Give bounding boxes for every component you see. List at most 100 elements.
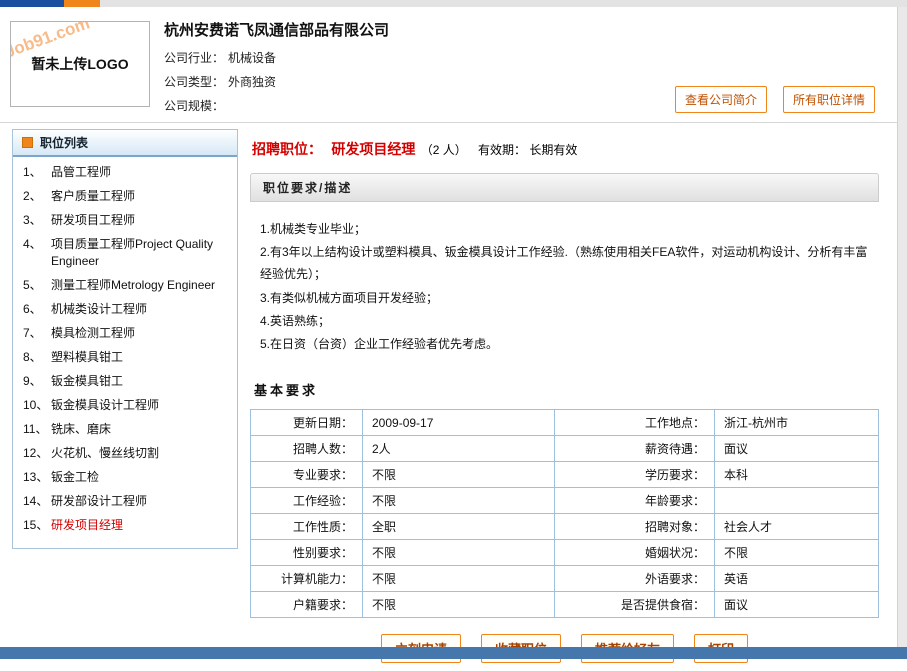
requirements-section-title: 基本要求 — [254, 380, 879, 399]
requirement-value: 社会人才 — [715, 514, 879, 540]
job-list-item[interactable]: 10、钣金模具设计工程师 — [13, 390, 237, 414]
logo-placeholder-text: 暂未上传LOGO — [31, 54, 128, 74]
requirement-value: 浙江-杭州市 — [715, 410, 879, 436]
description-line: 4.英语熟练； — [260, 310, 875, 332]
requirements-row: 专业要求：不限学历要求：本科 — [251, 462, 879, 488]
requirement-label: 专业要求： — [251, 462, 363, 488]
description-line: 5.在日资（台资）企业工作经验者优先考虑。 — [260, 333, 875, 355]
job-item-label: 钣金模具设计工程师 — [51, 397, 231, 414]
description-section-title: 职位要求/描述 — [263, 181, 352, 195]
job-item-label: 钣金模具钳工 — [51, 373, 231, 390]
job-item-number: 2、 — [23, 188, 51, 205]
job-detail-panel: 招聘职位： 研发项目经理 （2 人） 有效期： 长期有效 职位要求/描述 1.机… — [250, 129, 879, 671]
requirement-label: 年龄要求： — [555, 488, 715, 514]
job-item-number: 8、 — [23, 349, 51, 366]
requirement-label: 性别要求： — [251, 540, 363, 566]
top-strip-gray-segment — [100, 0, 907, 7]
job-item-label: 测量工程师Metrology Engineer — [51, 277, 231, 294]
requirement-value: 英语 — [715, 566, 879, 592]
job-list-item[interactable]: 1、品管工程师 — [13, 157, 237, 181]
requirements-row: 招聘人数：2人薪资待遇：面议 — [251, 436, 879, 462]
requirement-value: 面议 — [715, 592, 879, 618]
job-list-item[interactable]: 9、钣金模具钳工 — [13, 366, 237, 390]
requirement-label: 计算机能力： — [251, 566, 363, 592]
requirements-row: 更新日期：2009-09-17工作地点：浙江-杭州市 — [251, 410, 879, 436]
requirement-label: 工作性质： — [251, 514, 363, 540]
job-list-item[interactable]: 6、机械类设计工程师 — [13, 294, 237, 318]
job-item-label: 研发项目工程师 — [51, 212, 231, 229]
requirement-value: 不限 — [363, 540, 555, 566]
company-field-label: 公司行业： — [164, 51, 224, 65]
job-item-label: 塑料模具钳工 — [51, 349, 231, 366]
view-company-profile-button[interactable]: 查看公司简介 — [675, 86, 767, 113]
job-list-item[interactable]: 7、模具检测工程师 — [13, 318, 237, 342]
job-list-item[interactable]: 5、测量工程师Metrology Engineer — [13, 270, 237, 294]
requirement-value: 面议 — [715, 436, 879, 462]
job-item-label: 品管工程师 — [51, 164, 231, 181]
list-icon — [22, 137, 33, 148]
requirement-value: 不限 — [363, 462, 555, 488]
job-item-number: 14、 — [23, 493, 51, 510]
requirements-row: 工作性质：全职招聘对象：社会人才 — [251, 514, 879, 540]
job-list-item[interactable]: 15、研发项目经理 — [13, 510, 237, 534]
requirement-value: 2人 — [363, 436, 555, 462]
requirement-value — [715, 488, 879, 514]
requirement-label: 是否提供食宿： — [555, 592, 715, 618]
main-area: 职位列表 1、品管工程师2、客户质量工程师3、研发项目工程师4、项目质量工程师P… — [0, 123, 907, 671]
job-item-number: 13、 — [23, 469, 51, 486]
requirement-value: 本科 — [715, 462, 879, 488]
description-line: 3.有类似机械方面项目开发经验； — [260, 287, 875, 309]
job-list-item[interactable]: 14、研发部设计工程师 — [13, 486, 237, 510]
description-line: 2.有3年以上结构设计或塑料模具、钣金模具设计工作经验.（熟练使用相关FEA软件… — [260, 241, 875, 285]
requirements-row: 户籍要求：不限是否提供食宿：面议 — [251, 592, 879, 618]
job-item-label: 钣金工检 — [51, 469, 231, 486]
requirement-label: 招聘对象： — [555, 514, 715, 540]
job-title: 研发项目经理 — [331, 141, 415, 157]
requirement-label: 户籍要求： — [251, 592, 363, 618]
company-name: 杭州安费诺飞凤通信部品有限公司 — [164, 19, 895, 40]
job-title-row: 招聘职位： 研发项目经理 （2 人） 有效期： 长期有效 — [250, 129, 879, 165]
top-strip-blue-segment — [0, 0, 64, 7]
all-jobs-detail-button[interactable]: 所有职位详情 — [783, 86, 875, 113]
requirement-value: 全职 — [363, 514, 555, 540]
job-list-sidebar: 职位列表 1、品管工程师2、客户质量工程师3、研发项目工程师4、项目质量工程师P… — [12, 129, 238, 549]
job-list-item[interactable]: 8、塑料模具钳工 — [13, 342, 237, 366]
job-item-label: 研发项目经理 — [51, 517, 231, 534]
job-list-item[interactable]: 13、钣金工检 — [13, 462, 237, 486]
job-list-item[interactable]: 3、研发项目工程师 — [13, 205, 237, 229]
requirement-value: 不限 — [363, 566, 555, 592]
job-item-number: 7、 — [23, 325, 51, 342]
job-list-item[interactable]: 2、客户质量工程师 — [13, 181, 237, 205]
job-item-label: 铣床、磨床 — [51, 421, 231, 438]
requirement-label: 招聘人数： — [251, 436, 363, 462]
job-item-number: 15、 — [23, 517, 51, 534]
requirement-value: 2009-09-17 — [363, 410, 555, 436]
company-field-row: 公司行业：机械设备 — [164, 49, 895, 66]
requirement-value: 不限 — [715, 540, 879, 566]
requirements-table-body: 更新日期：2009-09-17工作地点：浙江-杭州市招聘人数：2人薪资待遇：面议… — [251, 410, 879, 618]
validity-value: 长期有效 — [529, 143, 577, 157]
job-list-item[interactable]: 11、铣床、磨床 — [13, 414, 237, 438]
job-item-label: 项目质量工程师Project Quality Engineer — [51, 236, 231, 270]
job-item-label: 火花机、慢丝线切割 — [51, 445, 231, 462]
job-list-item[interactable]: 12、火花机、慢丝线切割 — [13, 438, 237, 462]
requirements-row: 性别要求：不限婚姻状况：不限 — [251, 540, 879, 566]
requirement-value: 不限 — [363, 592, 555, 618]
company-logo: Job91.com 暂未上传LOGO — [10, 21, 150, 107]
job-list-item[interactable]: 4、项目质量工程师Project Quality Engineer — [13, 229, 237, 270]
job-item-number: 9、 — [23, 373, 51, 390]
header-buttons: 查看公司简介所有职位详情 — [675, 86, 875, 113]
requirements-table: 更新日期：2009-09-17工作地点：浙江-杭州市招聘人数：2人薪资待遇：面议… — [250, 409, 879, 618]
job-item-number: 1、 — [23, 164, 51, 181]
job-item-number: 6、 — [23, 301, 51, 318]
sidebar-header: 职位列表 — [13, 130, 237, 157]
job-item-label: 模具检测工程师 — [51, 325, 231, 342]
job-headcount: （2 人） — [421, 143, 467, 157]
scrollbar[interactable] — [897, 7, 907, 647]
job-item-number: 4、 — [23, 236, 51, 270]
job-item-number: 11、 — [23, 421, 51, 438]
job-item-number: 10、 — [23, 397, 51, 414]
job-item-label: 客户质量工程师 — [51, 188, 231, 205]
requirement-label: 婚姻状况： — [555, 540, 715, 566]
requirement-label: 工作经验： — [251, 488, 363, 514]
